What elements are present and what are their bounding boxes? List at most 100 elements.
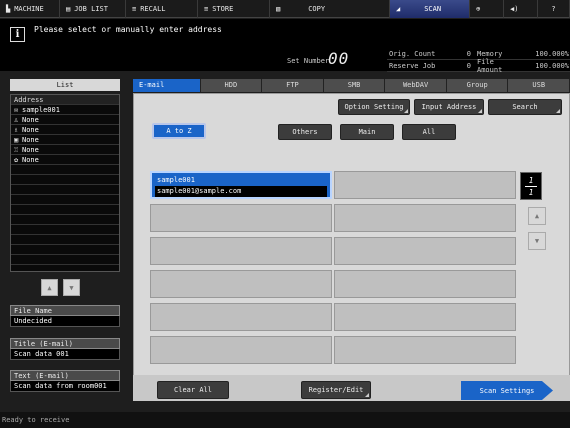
network-button[interactable]: ⊕ xyxy=(470,0,504,18)
address-entry-empty[interactable] xyxy=(334,303,516,331)
address-entry-empty[interactable] xyxy=(334,204,516,232)
reserve-job-value: 0 xyxy=(466,61,471,70)
address-entry-empty[interactable] xyxy=(150,336,332,364)
webdav-icon: ✿ xyxy=(14,156,19,164)
address-entry-empty[interactable] xyxy=(334,171,516,199)
destination-tabs: E-mail HDD FTP SMB WebDAV Group USB xyxy=(133,79,570,92)
address-entry-empty[interactable] xyxy=(334,270,516,298)
address-header: Address xyxy=(11,95,119,105)
address-list-item xyxy=(11,255,119,265)
entry-name: sample001 xyxy=(157,176,195,184)
tab-email[interactable]: E-mail xyxy=(133,79,201,92)
address-list-item[interactable]: ✿ None xyxy=(11,155,119,165)
index-main-button[interactable]: Main xyxy=(340,124,394,140)
status-text: Ready to receive xyxy=(2,416,70,424)
page-down-button[interactable]: ▼ xyxy=(528,232,546,250)
current-page: 1 xyxy=(528,176,534,185)
address-list-item[interactable]: ♙ None xyxy=(11,115,119,125)
network-icon: ⊕ xyxy=(476,5,481,13)
index-a-to-z-button[interactable]: A to Z xyxy=(152,123,206,139)
search-button[interactable]: Search xyxy=(488,99,562,115)
set-number-label: Set Number xyxy=(287,57,330,65)
address-list-label: None xyxy=(22,116,39,124)
clear-all-button[interactable]: Clear All xyxy=(157,381,229,399)
group-icon: ♗ xyxy=(14,126,19,134)
address-list-item[interactable]: ♗ None xyxy=(11,125,119,135)
tab-smb[interactable]: SMB xyxy=(323,79,386,92)
text-label: Text (E-mail) xyxy=(10,370,120,381)
address-list-item[interactable]: ▣ None xyxy=(11,135,119,145)
address-list-label: None xyxy=(22,136,39,144)
index-others-button[interactable]: Others xyxy=(278,124,332,140)
text-box[interactable]: Text (E-mail) Scan data from room001 xyxy=(10,370,120,392)
tab-scan[interactable]: ◢ SCAN xyxy=(390,0,470,18)
address-list-label: None xyxy=(22,156,39,164)
address-list-item xyxy=(11,165,119,175)
option-setting-button[interactable]: Option Setting xyxy=(338,99,410,115)
address-entry-empty[interactable] xyxy=(334,336,516,364)
input-address-button[interactable]: Input Address xyxy=(414,99,484,115)
file-name-box[interactable]: File Name Undecided xyxy=(10,305,120,327)
page-up-button[interactable]: ▲ xyxy=(528,207,546,225)
address-entry-empty[interactable] xyxy=(334,237,516,265)
file-amount-value: 100.000% xyxy=(535,61,569,70)
address-list-item xyxy=(11,185,119,195)
tab-webdav[interactable]: WebDAV xyxy=(385,79,447,92)
tab-ftp[interactable]: FTP xyxy=(262,79,324,92)
arrow-up-icon: ▲ xyxy=(534,212,540,220)
tab-machine[interactable]: ▙ MACHINE xyxy=(0,0,60,18)
tab-store[interactable]: ≡ STORE xyxy=(198,0,270,18)
entry-email: sample001@sample.com xyxy=(155,186,327,197)
title-box[interactable]: Title (E-mail) Scan data 001 xyxy=(10,338,120,360)
register-edit-button[interactable]: Register/Edit xyxy=(301,381,371,399)
volume-button[interactable]: ◀) xyxy=(504,0,538,18)
file-name-value: Undecided xyxy=(10,316,120,327)
status-bar: Ready to receive xyxy=(0,412,570,428)
address-list-item xyxy=(11,235,119,245)
file-amount-label: File Amount xyxy=(477,57,503,74)
list-scroll-up-button[interactable]: ▲ xyxy=(41,279,58,296)
box-icon: ▣ xyxy=(14,136,19,144)
title-value: Scan data 001 xyxy=(10,349,120,360)
text-value: Scan data from room001 xyxy=(10,381,120,392)
top-menu-bar: ▙ MACHINE ▤ JOB LIST ≡ RECALL ≡ STORE ▧ COPY … xyxy=(0,0,570,18)
address-list-item xyxy=(11,195,119,205)
address-entry-empty[interactable] xyxy=(150,303,332,331)
address-list-item xyxy=(11,245,119,255)
tab-copy[interactable]: ▧ COPY xyxy=(270,0,390,18)
tab-recall[interactable]: ≡ RECALL xyxy=(126,0,198,18)
list-scroll-down-button[interactable]: ▼ xyxy=(63,279,80,296)
job-list-icon: ▤ xyxy=(66,5,71,13)
file-name-label: File Name xyxy=(10,305,120,316)
server-icon: ♖ xyxy=(14,146,19,154)
info-icon: i xyxy=(10,27,25,42)
address-entry-sample001[interactable]: sample001 sample001@sample.com xyxy=(150,171,332,199)
index-all-button[interactable]: All xyxy=(402,124,456,140)
tab-job-list[interactable]: ▤ JOB LIST xyxy=(60,0,126,18)
page-indicator: 1 1 xyxy=(520,172,542,200)
tab-usb[interactable]: USB xyxy=(508,79,570,92)
tab-group[interactable]: Group xyxy=(446,79,509,92)
scan-settings-button[interactable]: Scan Settings xyxy=(461,381,553,400)
address-list-label: sample001 xyxy=(22,106,60,114)
user-icon: ♙ xyxy=(14,116,19,124)
address-entry-empty[interactable] xyxy=(150,270,332,298)
address-list-item xyxy=(11,215,119,225)
tab-hdd[interactable]: HDD xyxy=(200,79,263,92)
address-entry-empty[interactable] xyxy=(150,204,332,232)
arrow-up-icon: ▲ xyxy=(47,283,52,292)
list-header: List xyxy=(10,79,120,91)
orig-count-value: 0 xyxy=(466,49,471,58)
counter-panel: Orig. Count 0 Memory 100.000% Reserve Jo… xyxy=(387,48,570,74)
set-number-value: 00 xyxy=(328,49,350,68)
arrow-down-icon: ▼ xyxy=(534,237,540,245)
address-entry-empty[interactable] xyxy=(150,237,332,265)
arrow-down-icon: ▼ xyxy=(69,283,74,292)
total-pages: 1 xyxy=(525,186,537,198)
address-list-label: None xyxy=(22,146,39,154)
address-list-item xyxy=(11,225,119,235)
help-button[interactable]: ? xyxy=(538,0,570,18)
address-list-item[interactable]: ♖ None xyxy=(11,145,119,155)
address-list-item[interactable]: ✉ sample001 xyxy=(11,105,119,115)
address-list-panel: Address ✉ sample001 ♙ None ♗ None ▣ None ♖ None ✿ N… xyxy=(10,94,120,272)
